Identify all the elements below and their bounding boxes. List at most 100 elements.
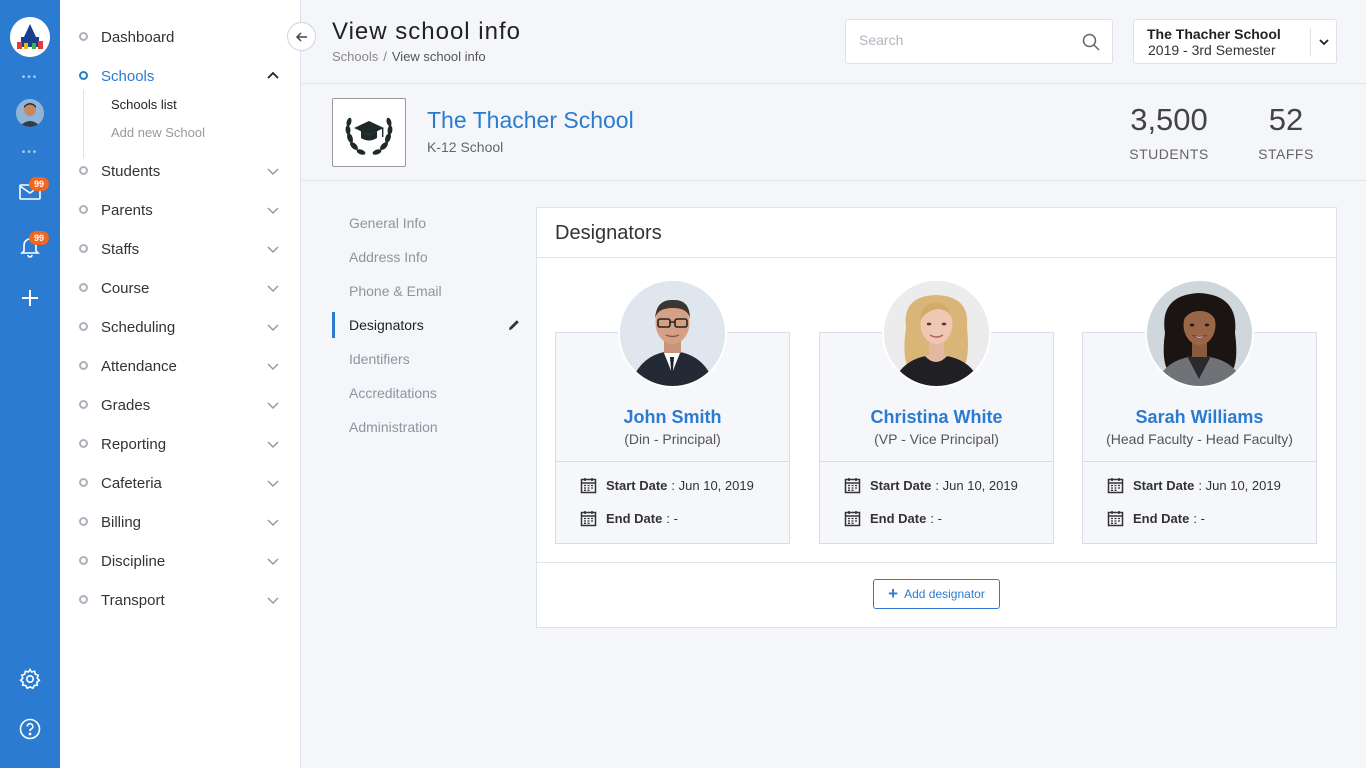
designator-photo bbox=[1145, 279, 1254, 388]
chevron-up-icon[interactable] bbox=[266, 69, 280, 83]
sidebar-subitem-schools-list[interactable]: Schools list bbox=[111, 97, 177, 112]
sidebar-item-grades[interactable]: Grades bbox=[60, 390, 300, 420]
bullet-icon bbox=[79, 205, 88, 214]
sidebar-item-cafeteria[interactable]: Cafeteria bbox=[60, 468, 300, 498]
school-logo bbox=[332, 98, 406, 167]
stat-staffs: 52 STAFFS bbox=[1255, 102, 1317, 162]
end-date-row: End Date : - bbox=[1107, 510, 1205, 527]
bullet-icon bbox=[79, 556, 88, 565]
sidebar-item-scheduling[interactable]: Scheduling bbox=[60, 312, 300, 342]
tab-identifiers[interactable]: Identifiers bbox=[332, 346, 522, 372]
sidebar-item-label: Discipline bbox=[101, 552, 166, 570]
tab-designators[interactable]: Designators bbox=[332, 312, 522, 338]
school-name[interactable]: The Thacher School bbox=[427, 107, 634, 134]
designator-name[interactable]: Sarah Williams bbox=[1083, 407, 1316, 428]
stat-value: 52 bbox=[1268, 102, 1304, 137]
sidebar-item-parents[interactable]: Parents bbox=[60, 195, 300, 225]
sidebar-item-label: Billing bbox=[101, 513, 142, 531]
chevron-down-icon bbox=[267, 324, 279, 332]
user-avatar[interactable] bbox=[16, 99, 44, 127]
chevron-down-icon bbox=[267, 363, 279, 371]
search-icon[interactable] bbox=[1082, 33, 1100, 51]
arrow-left-icon bbox=[295, 31, 307, 42]
calendar-icon bbox=[844, 511, 861, 527]
tab-address-info[interactable]: Address Info bbox=[332, 244, 522, 270]
bullet-icon bbox=[79, 71, 88, 80]
designator-divider bbox=[556, 461, 789, 462]
plus-icon[interactable] bbox=[18, 286, 42, 310]
bullet-icon bbox=[79, 595, 88, 604]
add-designator-button[interactable]: + Add designator bbox=[873, 579, 1000, 609]
designator-card[interactable]: Sarah Williams (Head Faculty - Head Facu… bbox=[1082, 279, 1317, 544]
sidebar-subitem-add-new-school[interactable]: Add new School bbox=[111, 125, 205, 140]
stat-students: 3,500 STUDENTS bbox=[1127, 102, 1211, 162]
tab-phone-email[interactable]: Phone & Email bbox=[332, 278, 522, 304]
breadcrumb-link-schools[interactable]: Schools bbox=[332, 49, 378, 64]
end-date-label: End Date bbox=[870, 511, 927, 526]
sidebar-item-staffs[interactable]: Staffs bbox=[60, 234, 300, 264]
collapse-sidebar-button[interactable] bbox=[287, 22, 316, 51]
start-date-label: Start Date bbox=[870, 478, 932, 493]
chevron-down-icon bbox=[267, 285, 279, 293]
sidebar-item-label: Attendance bbox=[101, 357, 177, 375]
search-input[interactable] bbox=[859, 32, 1079, 48]
calendar-icon bbox=[580, 478, 597, 494]
sidebar-item-transport[interactable]: Transport bbox=[60, 585, 300, 615]
bullet-icon bbox=[79, 439, 88, 448]
sidebar-item-reporting[interactable]: Reporting bbox=[60, 429, 300, 459]
designators-card: Designators John Smith (Din - Principal) bbox=[536, 207, 1337, 628]
stat-label: STUDENTS bbox=[1129, 146, 1209, 162]
designator-name[interactable]: John Smith bbox=[556, 407, 789, 428]
chevron-down-icon bbox=[267, 558, 279, 566]
stat-label: STAFFS bbox=[1258, 146, 1314, 162]
designator-name[interactable]: Christina White bbox=[820, 407, 1053, 428]
sidebar-item-label: Dashboard bbox=[101, 28, 175, 46]
sidebar-item-attendance[interactable]: Attendance bbox=[60, 351, 300, 381]
notification-badge: 99 bbox=[29, 231, 49, 245]
bullet-icon bbox=[79, 322, 88, 331]
app-rail: ••• ••• 99 99 bbox=[0, 0, 60, 768]
sidebar-item-students[interactable]: Students bbox=[60, 156, 300, 186]
bullet-icon bbox=[79, 517, 88, 526]
calendar-icon bbox=[580, 511, 597, 527]
tab-general-info[interactable]: General Info bbox=[332, 210, 522, 236]
end-date-value: : - bbox=[930, 511, 942, 526]
bullet-icon bbox=[79, 32, 88, 41]
graduation-cap-laurel-icon bbox=[345, 117, 393, 155]
app-logo[interactable] bbox=[10, 17, 50, 57]
sidebar-item-label: Staffs bbox=[101, 240, 140, 258]
help-icon[interactable] bbox=[18, 717, 42, 741]
settings-gear-icon[interactable] bbox=[18, 667, 42, 691]
designator-role: (VP - Vice Principal) bbox=[874, 431, 999, 447]
sidebar-item-label: Reporting bbox=[101, 435, 167, 453]
sidebar-item-dashboard[interactable]: Dashboard bbox=[60, 22, 300, 52]
sidebar-item-label: Students bbox=[101, 162, 161, 180]
chevron-down-icon bbox=[267, 597, 279, 605]
sidebar-item-schools[interactable]: Schools bbox=[60, 61, 300, 91]
sidebar-item-discipline[interactable]: Discipline bbox=[60, 546, 300, 576]
start-date-row: Start Date : Jun 10, 2019 bbox=[844, 477, 1018, 494]
rail-separator: ••• bbox=[21, 72, 39, 83]
chevron-down-icon[interactable] bbox=[1317, 35, 1331, 49]
sidebar-item-billing[interactable]: Billing bbox=[60, 507, 300, 537]
rail-separator: ••• bbox=[21, 147, 39, 158]
pencil-edit-icon[interactable] bbox=[507, 318, 521, 332]
sidebar-item-label: Cafeteria bbox=[101, 474, 162, 492]
sidebar-item-label: Course bbox=[101, 279, 150, 297]
tab-accreditations[interactable]: Accreditations bbox=[332, 380, 522, 406]
school-type: K-12 School bbox=[427, 139, 504, 155]
sidebar-item-course[interactable]: Course bbox=[60, 273, 300, 303]
tab-label: Designators bbox=[349, 317, 424, 333]
start-date-value: : Jun 10, 2019 bbox=[935, 478, 1018, 493]
tab-administration[interactable]: Administration bbox=[332, 414, 522, 440]
end-date-row: End Date : - bbox=[844, 510, 942, 527]
designator-card[interactable]: John Smith (Din - Principal) Start Date … bbox=[555, 279, 790, 544]
designator-card[interactable]: Christina White (VP - Vice Principal) St… bbox=[819, 279, 1054, 544]
select-divider bbox=[1310, 28, 1311, 56]
bullet-icon bbox=[79, 244, 88, 253]
start-date-row: Start Date : Jun 10, 2019 bbox=[580, 477, 754, 494]
designator-divider bbox=[820, 461, 1053, 462]
stat-value: 3,500 bbox=[1130, 102, 1208, 137]
school-term-select[interactable]: The Thacher School 2019 - 3rd Semester bbox=[1133, 19, 1337, 64]
school-summary: The Thacher School K-12 School 3,500 STU… bbox=[301, 85, 1366, 181]
